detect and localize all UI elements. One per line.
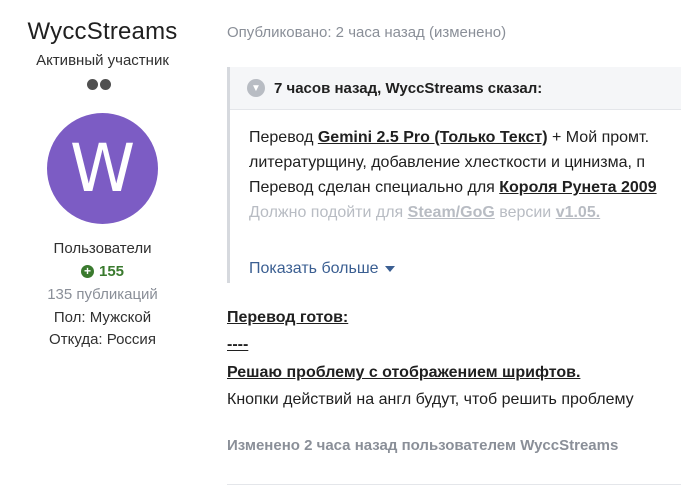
author-location: Откуда: Россия (49, 331, 156, 348)
quote-text: Должно подойти для (249, 204, 408, 221)
quote-link[interactable]: Gemini 2.5 Pro (Только Текст) (318, 129, 548, 146)
plus-circle-icon: + (80, 265, 94, 278)
post-line-dashes: ---- (227, 336, 249, 353)
chevron-down-icon[interactable]: ▼ (247, 79, 265, 97)
quote-body: Перевод Gemini 2.5 Pro (Только Текст) + … (230, 110, 681, 225)
author-username[interactable]: WyccStreams (0, 18, 205, 46)
author-rank: Активный участник (36, 52, 169, 69)
quote-header[interactable]: ▼ 7 часов назад, WyccStreams сказал: (230, 67, 681, 110)
quote-line: литературщину, добавление хлесткости и ц… (249, 154, 646, 171)
author-group: Пользователи (53, 240, 152, 257)
quote-link[interactable]: v1.05. (556, 204, 600, 221)
quote-line: Перевод сделан специально для Короля Рун… (249, 175, 681, 200)
edited-note: Изменено 2 часа назад пользователем Wycc… (227, 437, 619, 454)
author-sidebar: WyccStreams Активный участник W Пользова… (0, 0, 205, 493)
show-more-label: Показать больше (249, 260, 379, 277)
post-content: Опубликовано: 2 часа назад (изменено) ▼ … (227, 0, 681, 493)
show-more-button[interactable]: Показать больше (249, 260, 395, 278)
post-line-ready: Перевод готов: (227, 309, 349, 326)
post-line-fonts: Решаю проблему с отображением шрифтов. (227, 364, 581, 381)
rank-pip-icon (87, 79, 98, 90)
quote-text: версии (494, 204, 556, 221)
quote-link[interactable]: Короля Рунета 2009 (499, 179, 656, 196)
author-reputation: + 155 (0, 263, 205, 280)
author-gender: Пол: Мужской (53, 309, 152, 326)
post-meta[interactable]: Опубликовано: 2 часа назад (изменено) (227, 24, 506, 41)
reputation-value: 155 (98, 263, 125, 280)
quote-text: Перевод сделан специально для (249, 179, 500, 196)
post-line-buttons: Кнопки действий на англ будут, чтоб реши… (227, 391, 634, 408)
caret-down-icon (384, 266, 395, 272)
rank-pips (87, 79, 111, 90)
quote-header-text: 7 часов назад, WyccStreams сказал: (274, 79, 543, 97)
quote-link[interactable]: Steam/GoG (408, 204, 495, 221)
quote-block: ▼ 7 часов назад, WyccStreams сказал: Пер… (227, 67, 681, 283)
rank-pip-icon (100, 79, 111, 90)
quote-text: + Мой промт. (547, 129, 650, 146)
quote-line: Перевод Gemini 2.5 Pro (Только Текст) + … (249, 125, 681, 150)
quote-line-faded: Должно подойти для Steam/GoG версии v1.0… (249, 200, 681, 225)
author-posts[interactable]: 135 публикаций (0, 286, 205, 303)
avatar[interactable]: W (47, 113, 158, 224)
quote-text: Перевод (249, 129, 318, 146)
post-divider (227, 484, 681, 485)
